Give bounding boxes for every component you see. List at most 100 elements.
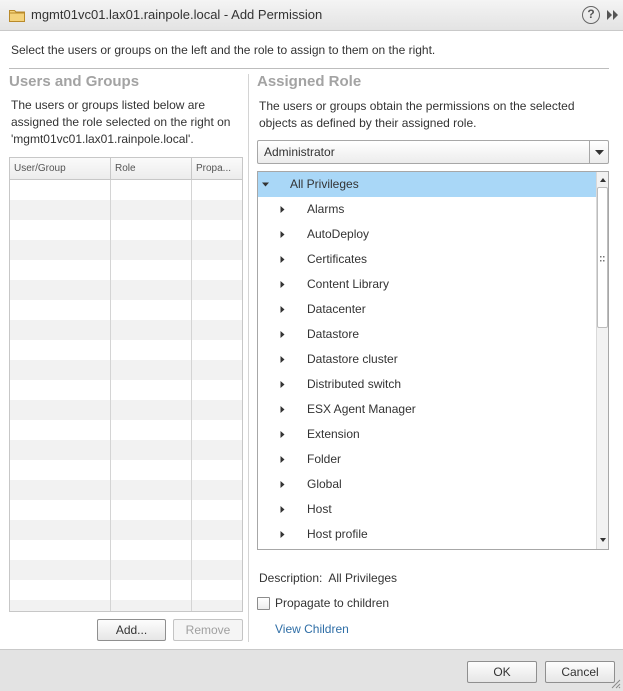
column-header-role[interactable]: Role [111,158,192,180]
tree-item-all-privileges[interactable]: All Privileges [258,172,596,197]
table-row [10,480,242,500]
triangle-right-icon[interactable] [279,506,286,513]
table-row [10,280,242,300]
tree-item-distributed-switch[interactable]: Distributed switch [258,372,596,397]
propagate-checkbox[interactable] [257,597,270,610]
triangle-right-icon[interactable] [279,206,286,213]
tree-item-host-profile[interactable]: Host profile [258,522,596,547]
tree-item-label: Alarms [307,202,345,216]
tree-item-global[interactable]: Global [258,472,596,497]
triangle-down-icon[interactable] [262,181,269,188]
users-groups-description: The users or groups listed below are ass… [11,97,230,148]
table-row [10,560,242,580]
tree-item-label: Datastore cluster [307,352,398,366]
scroll-down-icon[interactable] [597,533,609,547]
tree-scrollbar[interactable] [596,172,608,549]
tree-item-extension[interactable]: Extension [258,422,596,447]
panel-divider [248,74,249,642]
dialog-title: mgmt01vc01.lax01.rainpole.local - Add Pe… [31,7,323,22]
triangle-right-icon[interactable] [279,531,286,538]
table-body [10,180,242,611]
triangle-right-icon[interactable] [279,406,286,413]
dialog-footer: OK Cancel [0,649,623,691]
table-header: User/Group Role Propa... [10,158,242,180]
ok-button[interactable]: OK [467,661,537,683]
table-row [10,300,242,320]
triangle-right-icon[interactable] [279,281,286,288]
tree-item-label: Content Library [307,277,390,291]
table-row [10,520,242,540]
table-row [10,220,242,240]
tree-item-label: AutoDeploy [307,227,370,241]
description-value: All Privileges [328,571,398,585]
cancel-button[interactable]: Cancel [545,661,615,683]
triangle-right-icon[interactable] [279,331,286,338]
description-line: The users or groups listed below are [11,98,206,112]
tree-item-host[interactable]: Host [258,497,596,522]
table-row [10,540,242,560]
tree-item-folder[interactable]: Folder [258,447,596,472]
users-groups-table[interactable]: User/Group Role Propa... [9,157,243,612]
privileges-tree[interactable]: All Privileges Alarms AutoDeploy Certifi… [257,171,609,550]
tree-item-datastore[interactable]: Datastore [258,322,596,347]
role-dropdown[interactable]: Administrator [257,140,609,164]
remove-button[interactable]: Remove [173,619,243,641]
triangle-right-icon[interactable] [279,306,286,313]
column-header-propagate[interactable]: Propa... [192,158,242,180]
view-children-link[interactable]: View Children [275,622,349,636]
column-header-user-group[interactable]: User/Group [10,158,111,180]
triangle-right-icon[interactable] [279,456,286,463]
grip-icon [600,256,605,262]
users-groups-heading: Users and Groups [9,73,140,90]
tree-item-datacenter[interactable]: Datacenter [258,297,596,322]
table-row [10,580,242,600]
tree-item-label: Distributed switch [307,377,402,391]
tree-item-label: Global [307,477,342,491]
table-row [10,380,242,400]
table-row [10,400,242,420]
table-row [10,460,242,480]
resize-grip-icon[interactable] [610,678,621,689]
triangle-right-icon[interactable] [279,256,286,263]
table-row [10,180,242,200]
description-line: assigned the role selected on the right … [11,115,231,129]
table-row [10,500,242,520]
tree-item-label: Host profile [307,527,368,541]
scroll-up-icon[interactable] [597,173,609,187]
chevron-down-icon [595,150,604,155]
table-row [10,240,242,260]
triangle-right-icon[interactable] [279,381,286,388]
tree-item-certificates[interactable]: Certificates [258,247,596,272]
assigned-role-description: The users or groups obtain the permissio… [259,98,575,132]
table-row [10,320,242,340]
table-row [10,200,242,220]
add-button[interactable]: Add... [97,619,166,641]
role-dropdown-value: Administrator [264,145,335,159]
tree-item-label: ESX Agent Manager [307,402,416,416]
tree-item-esx-agent-manager[interactable]: ESX Agent Manager [258,397,596,422]
triangle-right-icon[interactable] [279,231,286,238]
triangle-right-icon[interactable] [279,481,286,488]
triangle-right-icon[interactable] [279,431,286,438]
table-row [10,340,242,360]
tree-item-alarms[interactable]: Alarms [258,197,596,222]
tree-item-label: Certificates [307,252,368,266]
assigned-role-heading: Assigned Role [257,73,362,90]
table-row [10,440,242,460]
tree-item-label: All Privileges [290,177,359,191]
dialog-instruction: Select the users or groups on the left a… [11,43,436,57]
tree-item-autodeploy[interactable]: AutoDeploy [258,222,596,247]
tree-item-content-library[interactable]: Content Library [258,272,596,297]
tree-item-datastore-cluster[interactable]: Datastore cluster [258,347,596,372]
role-description: Description: All Privileges [259,571,403,585]
help-icon[interactable]: ? [582,6,600,24]
tree-item-label: Datastore [307,327,360,341]
column-divider [110,180,111,611]
description-line: objects as defined by their assigned rol… [259,116,477,130]
triangle-right-icon[interactable] [279,356,286,363]
propagate-label[interactable]: Propagate to children [275,596,389,610]
description-line: 'mgmt01vc01.lax01.rainpole.local'. [11,132,194,146]
separator [9,68,609,69]
description-label: Description: [259,571,323,585]
double-chevron-right-icon[interactable] [606,9,619,21]
